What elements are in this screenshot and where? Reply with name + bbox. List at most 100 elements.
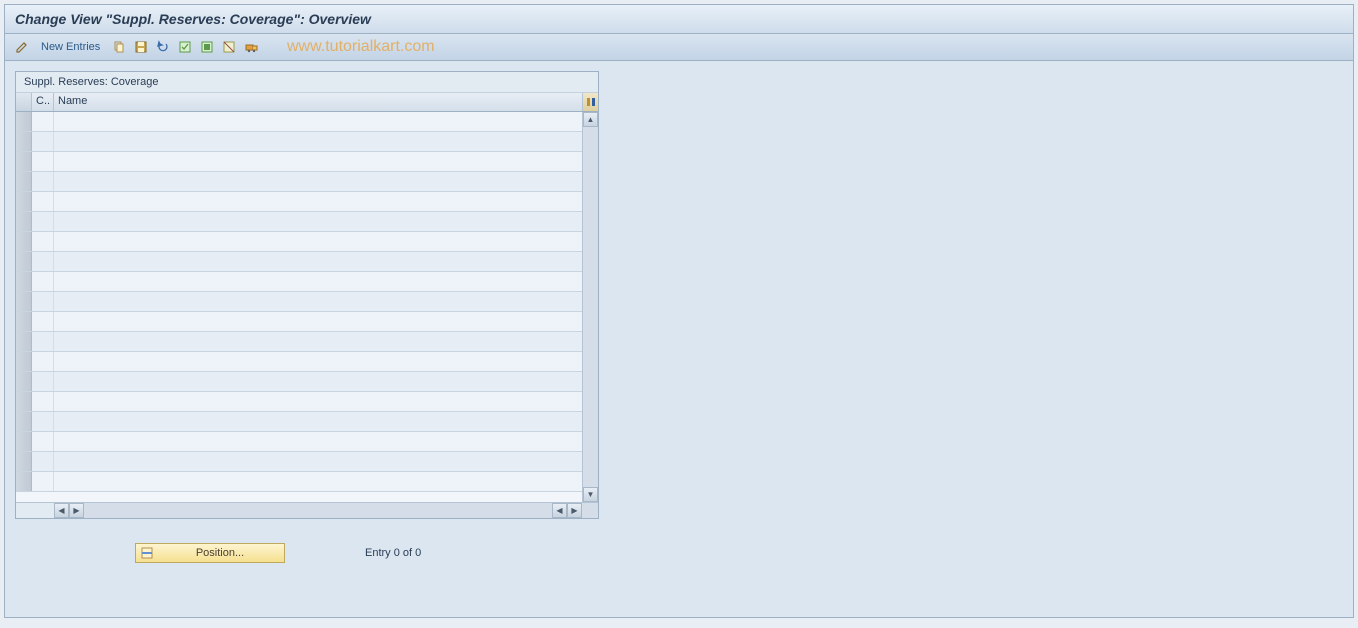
table-row [16,152,582,172]
row-selector[interactable] [16,472,32,491]
row-selector[interactable] [16,212,32,231]
cell-name[interactable] [54,292,582,311]
horizontal-scrollbar[interactable]: ◀ ▶ ◀ ▶ [16,502,598,518]
cell-c[interactable] [32,412,54,431]
new-entries-button[interactable]: New Entries [35,39,106,55]
row-selector[interactable] [16,172,32,191]
cell-c[interactable] [32,472,54,491]
table-row [16,232,582,252]
select-block-icon[interactable] [198,38,216,56]
cell-name[interactable] [54,472,582,491]
cell-c[interactable] [32,352,54,371]
table-container: Suppl. Reserves: Coverage C.. Name ▲ ▼ [15,71,599,519]
copy-icon[interactable] [110,38,128,56]
cell-name[interactable] [54,172,582,191]
table-body-wrap: ▲ ▼ [16,112,598,502]
row-selector[interactable] [16,432,32,451]
cell-c[interactable] [32,132,54,151]
change-mode-icon[interactable] [13,38,31,56]
column-header-name[interactable]: Name [54,93,582,111]
cell-name[interactable] [54,132,582,151]
column-header-c[interactable]: C.. [32,93,54,111]
row-selector[interactable] [16,192,32,211]
cell-c[interactable] [32,432,54,451]
scroll-left2-icon[interactable]: ◀ [552,503,567,518]
cell-c[interactable] [32,392,54,411]
row-selector[interactable] [16,292,32,311]
cell-name[interactable] [54,332,582,351]
row-selector[interactable] [16,112,32,131]
scroll-right2-icon[interactable]: ▶ [567,503,582,518]
row-selector[interactable] [16,132,32,151]
page-title: Change View "Suppl. Reserves: Coverage":… [5,5,1353,34]
cell-name[interactable] [54,252,582,271]
hscroll-corner [582,503,598,518]
scroll-left-icon[interactable]: ◀ [54,503,69,518]
table-row [16,132,582,152]
scroll-track[interactable] [583,127,598,487]
cell-c[interactable] [32,172,54,191]
deselect-all-icon[interactable] [220,38,238,56]
cell-c[interactable] [32,232,54,251]
cell-c[interactable] [32,372,54,391]
row-selector[interactable] [16,452,32,471]
cell-name[interactable] [54,412,582,431]
entry-count-text: Entry 0 of 0 [365,547,421,559]
scroll-up-icon[interactable]: ▲ [583,112,598,127]
cell-c[interactable] [32,332,54,351]
cell-name[interactable] [54,372,582,391]
cell-name[interactable] [54,152,582,171]
row-selector[interactable] [16,392,32,411]
cell-name[interactable] [54,192,582,211]
table-row [16,112,582,132]
watermark-text: www.tutorialkart.com [287,38,435,56]
footer-row: Position... Entry 0 of 0 [15,543,1343,563]
scroll-down-icon[interactable]: ▼ [583,487,598,502]
cell-name[interactable] [54,452,582,471]
row-selector[interactable] [16,372,32,391]
cell-name[interactable] [54,432,582,451]
row-selector[interactable] [16,312,32,331]
table-title: Suppl. Reserves: Coverage [16,72,598,93]
table-row [16,252,582,272]
position-button[interactable]: Position... [135,543,285,563]
hscroll-track[interactable] [84,503,552,518]
cell-c[interactable] [32,272,54,291]
cell-name[interactable] [54,212,582,231]
table-row [16,452,582,472]
cell-name[interactable] [54,232,582,251]
row-selector[interactable] [16,352,32,371]
app-container: Change View "Suppl. Reserves: Coverage":… [4,4,1354,618]
cell-name[interactable] [54,312,582,331]
undo-icon[interactable] [154,38,172,56]
table-row [16,272,582,292]
table-row [16,412,582,432]
cell-c[interactable] [32,292,54,311]
save-icon[interactable] [132,38,150,56]
cell-c[interactable] [32,112,54,131]
cell-name[interactable] [54,272,582,291]
table-row [16,172,582,192]
cell-name[interactable] [54,352,582,371]
cell-c[interactable] [32,192,54,211]
cell-c[interactable] [32,252,54,271]
cell-c[interactable] [32,212,54,231]
cell-c[interactable] [32,152,54,171]
row-selector[interactable] [16,252,32,271]
scroll-right-icon[interactable]: ▶ [69,503,84,518]
transport-icon[interactable] [242,38,260,56]
cell-name[interactable] [54,392,582,411]
row-selector[interactable] [16,332,32,351]
cell-name[interactable] [54,112,582,131]
row-selector[interactable] [16,232,32,251]
table-row [16,472,582,492]
row-selector[interactable] [16,152,32,171]
vertical-scrollbar[interactable]: ▲ ▼ [582,112,598,502]
row-selector[interactable] [16,412,32,431]
select-all-icon[interactable] [176,38,194,56]
cell-c[interactable] [32,312,54,331]
cell-c[interactable] [32,452,54,471]
header-selector[interactable] [16,93,32,111]
table-config-icon[interactable] [582,93,598,111]
row-selector[interactable] [16,272,32,291]
